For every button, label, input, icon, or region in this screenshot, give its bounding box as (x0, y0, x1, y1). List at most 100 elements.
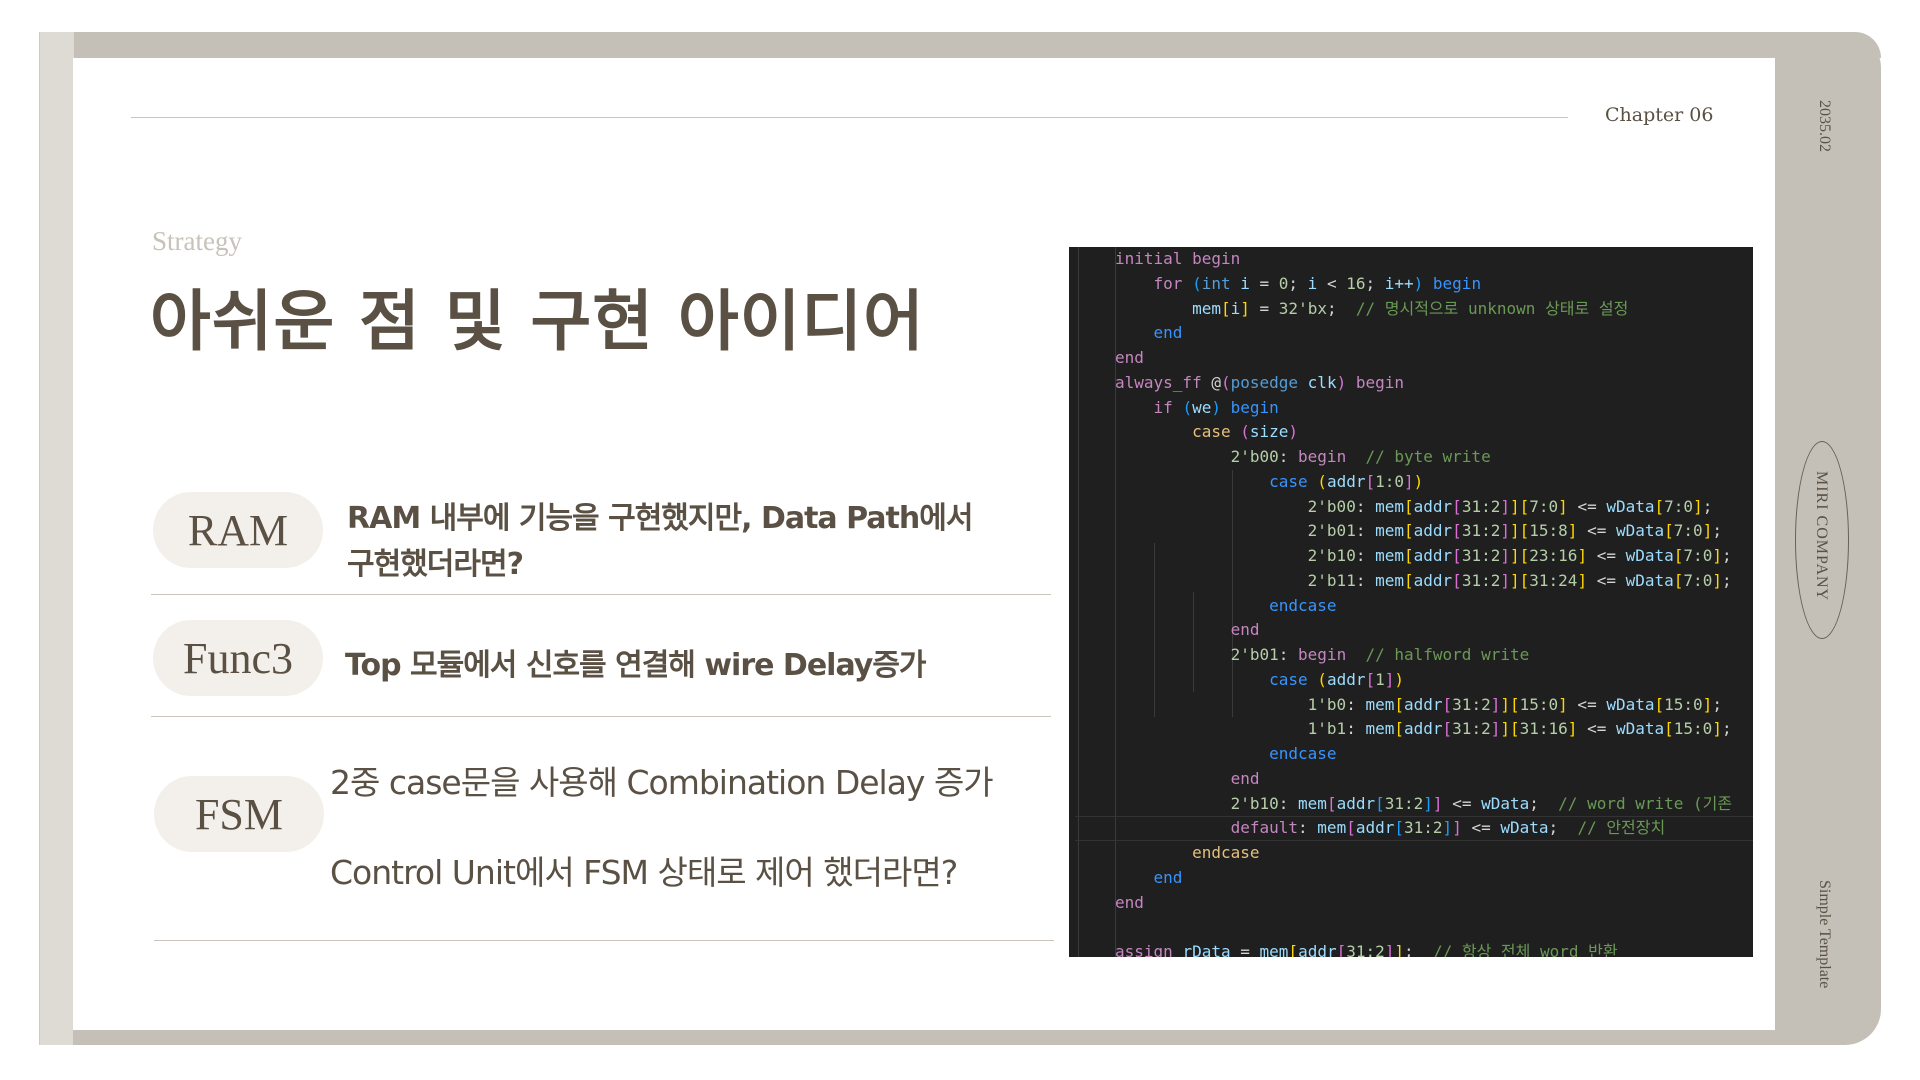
code-line: end (1115, 321, 1753, 346)
code-token: case (1269, 471, 1318, 491)
code-token: [ (1519, 521, 1530, 541)
code-token: ] (1394, 942, 1405, 957)
code-line: 2'b11: mem[addr[31:2]][31:24] <= wData[7… (1115, 569, 1753, 594)
code-token: ] (1490, 694, 1501, 714)
code-line: 2'b01: mem[addr[31:2]][15:8] <= wData[7:… (1115, 519, 1753, 544)
code-token: ] (1500, 521, 1510, 541)
code-token: [ (1654, 496, 1665, 516)
code-token: [ (1442, 719, 1453, 739)
code-token: [ (1404, 570, 1414, 590)
code-token: wData (1615, 521, 1665, 541)
code-token: [ (1404, 521, 1414, 541)
code-token: : (1346, 694, 1366, 714)
code-token: begin (1298, 645, 1347, 664)
code-token: ; (1548, 818, 1578, 838)
code-token: ] (1712, 719, 1722, 739)
code-token: 15:0 (1664, 694, 1703, 714)
code-token: default (1230, 818, 1299, 838)
code-token: [ (1664, 719, 1674, 739)
code-token: ( (1317, 669, 1327, 689)
code-token: end (1115, 892, 1144, 912)
code-token: ; (1326, 298, 1356, 318)
code-token: 31:2 (1404, 818, 1443, 838)
code-token: addr (1298, 942, 1337, 957)
code-token: < (1326, 273, 1347, 293)
code-token: ] (1490, 719, 1501, 739)
tag-fsm: FSM (154, 776, 324, 852)
code-token: <= (1567, 496, 1607, 516)
code-token: addr (1413, 546, 1453, 565)
code-token: 2'b01 (1307, 521, 1356, 541)
code-line: 2'b00: mem[addr[31:2]][7:0] <= wData[7:0… (1115, 495, 1753, 520)
code-token: 0 (1278, 273, 1289, 293)
code-token: 31:2 (1461, 546, 1501, 565)
code-token: 16 (1346, 273, 1366, 293)
code-token: 31:16 (1519, 719, 1568, 739)
item-fsm-line-2: Control Unit에서 FSM 상태로 제어 했더라면? (330, 853, 958, 892)
code-token: i (1230, 298, 1241, 318)
code-token: 7:0 (1664, 496, 1694, 516)
code-token: mem (1298, 793, 1327, 813)
code-token: end (1230, 768, 1260, 788)
code-token: 31:2 (1461, 521, 1501, 541)
code-token: mem (1375, 521, 1404, 541)
code-token: 31:2 (1461, 496, 1501, 516)
code-token: addr (1355, 818, 1395, 838)
code-token: addr (1413, 521, 1453, 541)
code-token: ; (1288, 273, 1308, 293)
code-token: ] (1702, 694, 1713, 714)
code-token: ) (1394, 669, 1405, 689)
code-token: end (1153, 323, 1183, 343)
code-token: // 안전장치 (1577, 818, 1666, 838)
code-token: addr (1326, 669, 1366, 689)
code-token: [ (1673, 570, 1684, 590)
code-token: ] (1423, 793, 1433, 813)
code-token: size (1249, 422, 1289, 442)
code-token: : (1355, 496, 1376, 516)
code-token: : (1278, 447, 1299, 466)
code-token: 2'b01 (1230, 645, 1279, 664)
code-token: : (1355, 521, 1376, 541)
code-token: [ (1404, 496, 1414, 516)
code-token: : (1355, 546, 1376, 565)
code-token: endcase (1269, 595, 1337, 615)
code-token: ] (1558, 496, 1568, 516)
code-token: ; (1365, 273, 1385, 293)
code-token: mem (1375, 496, 1404, 516)
code-token: endcase (1192, 843, 1260, 862)
code-token: = (1259, 273, 1279, 293)
code-token: for (1153, 273, 1193, 293)
code-token: ; (1404, 942, 1433, 957)
code-token: addr (1404, 719, 1443, 739)
code-token: [ (1365, 669, 1376, 689)
code-token: @ (1211, 372, 1221, 392)
code-token: : (1355, 570, 1376, 590)
code-token: // 항상 전체 word 반환 (1432, 942, 1618, 957)
code-token: ( (1192, 273, 1202, 293)
code-token: [ (1365, 471, 1376, 491)
code-token: ] (1577, 546, 1588, 565)
code-token: mem (1259, 942, 1289, 957)
code-token: <= (1587, 570, 1626, 590)
divider (154, 940, 1054, 941)
code-line: endcase (1115, 594, 1753, 619)
page-title: 아쉬운 점 및 구현 아이디어 (150, 283, 925, 360)
code-token: <= (1587, 546, 1626, 565)
code-token: addr (1413, 496, 1453, 516)
date-label: 2035.02 (1816, 100, 1833, 152)
item-fsm-line-1: 2중 case문을 사용해 Combination Delay 증가 (330, 763, 994, 802)
code-token: ] (1693, 496, 1703, 516)
code-line: end (1115, 767, 1753, 792)
item-ram-line-1: RAM 내부에 기능을 구현했지만, Data Path에서 (347, 501, 973, 536)
code-token: [ (1375, 793, 1385, 813)
code-token: ] (1509, 546, 1520, 565)
code-token: [ (1452, 521, 1462, 541)
